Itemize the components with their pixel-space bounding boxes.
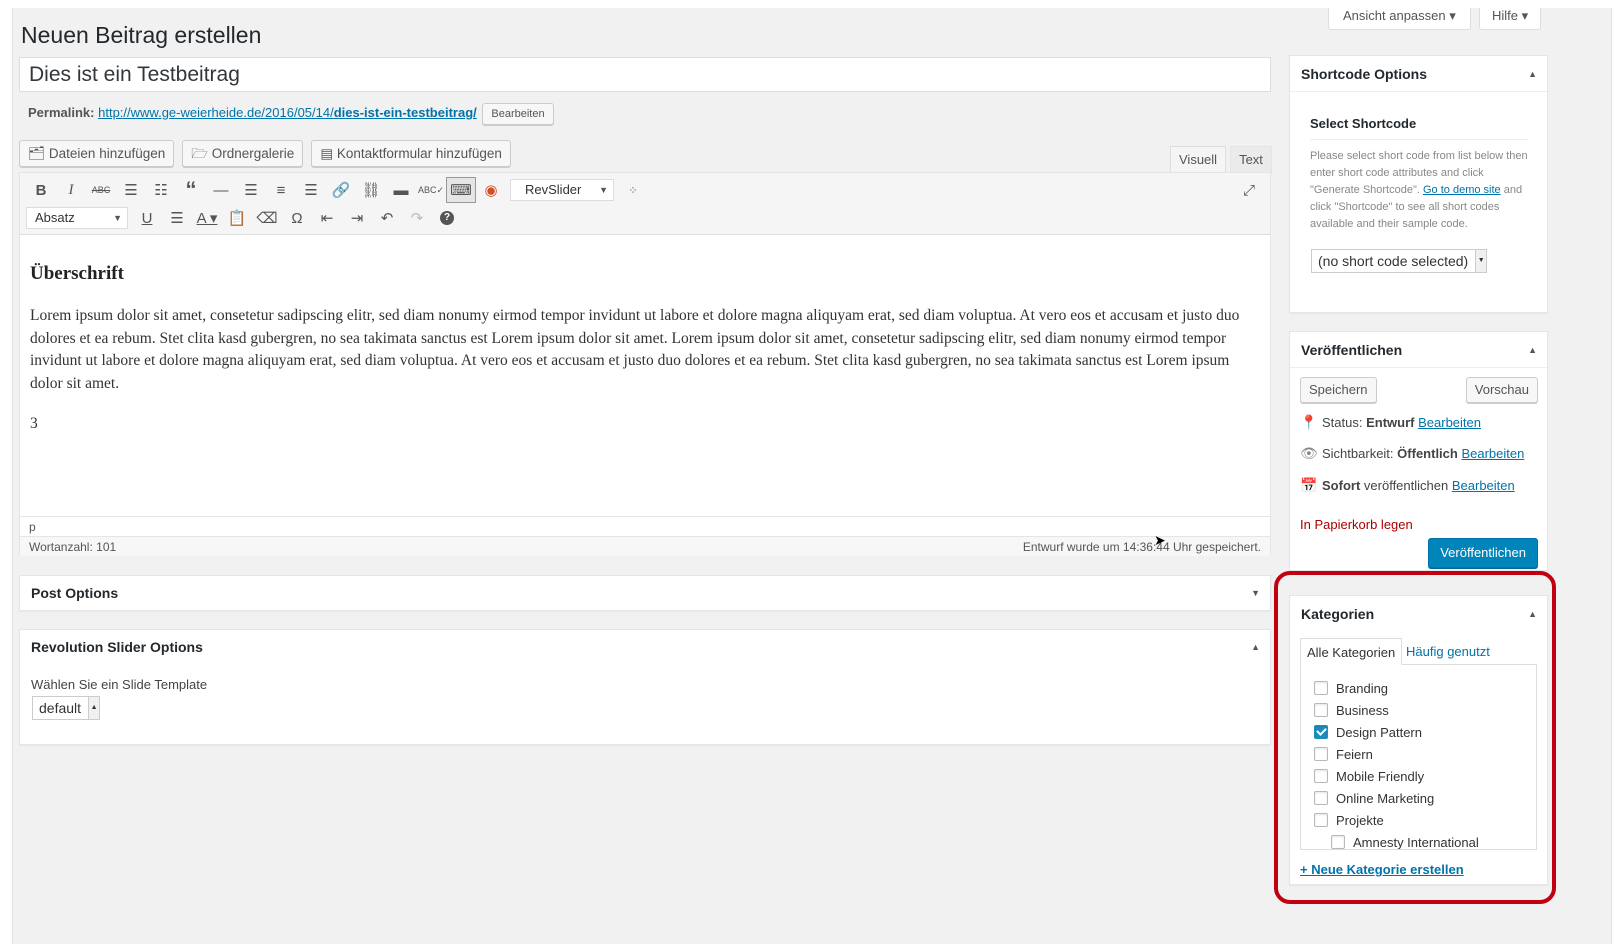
help-button[interactable]: Hilfe ▾ (1479, 8, 1542, 30)
text-color-icon[interactable]: A ▾ (192, 205, 222, 231)
outdent-icon[interactable]: ⇤ (312, 205, 342, 231)
editor-statusbar: Wortanzahl: 101 Entwurf wurde um 14:36:4… (20, 536, 1270, 556)
add-media-button[interactable]: 🗂 Dateien hinzufügen (19, 140, 175, 167)
shortcode-options-box: Shortcode Options ▲ Select Shortcode Plea… (1289, 55, 1548, 313)
expand-icon[interactable]: ▼ (1251, 576, 1260, 610)
globe-icon[interactable]: ◉ (476, 177, 506, 203)
collapse-icon[interactable]: ▲ (1251, 630, 1260, 664)
align-left-icon[interactable]: ☰ (236, 177, 266, 203)
word-count: Wortanzahl: 101 (29, 540, 117, 554)
content-heading: Überschrift (30, 263, 124, 284)
media-buttons: 🗂 Dateien hinzufügen 🗁 Ordnergalerie ▤ K… (19, 140, 511, 167)
blockquote-icon[interactable]: “ (176, 177, 206, 203)
tab-visual[interactable]: Visuell (1170, 146, 1227, 174)
edit-schedule-link[interactable]: Bearbeiten (1452, 478, 1515, 493)
content-paragraph: 3 (30, 415, 38, 433)
mouse-cursor-icon: ➤ (1154, 532, 1166, 548)
align-center-icon[interactable]: ≡ (266, 177, 296, 203)
folder-gallery-button[interactable]: 🗁 Ordnergalerie (182, 140, 304, 167)
shortcode-select[interactable]: (no short code selected) ▼ (1311, 249, 1488, 273)
fullscreen-icon[interactable]: ⤢ (1234, 177, 1264, 203)
edit-status-link[interactable]: Bearbeiten (1418, 415, 1481, 430)
format-select[interactable]: Absatz ▼ (26, 207, 128, 229)
chevron-down-icon: ▼ (599, 185, 608, 195)
bold-icon[interactable]: B (26, 177, 56, 203)
shortcode-description: Please select short code from list below… (1310, 150, 1528, 230)
redo-icon[interactable]: ↷ (402, 205, 432, 231)
shortcode-options-header[interactable]: Shortcode Options ▲ (1290, 56, 1547, 92)
justify-icon[interactable]: ☰ (162, 205, 192, 231)
preview-button[interactable]: Vorschau (1465, 377, 1538, 403)
collapse-icon[interactable]: ▲ (1528, 56, 1537, 92)
chevron-down-icon: ▼ (1475, 250, 1487, 272)
strikethrough-icon[interactable]: ABC (86, 177, 116, 203)
page-title: Neuen Beitrag erstellen (21, 22, 262, 48)
save-draft-button[interactable]: Speichern (1300, 377, 1377, 403)
editor-content[interactable]: Überschrift Lorem ipsum dolor sit amet, … (20, 235, 1270, 435)
media-icon: 🗂 (28, 146, 46, 161)
folder-icon: 🗁 (191, 146, 208, 161)
link-icon[interactable]: 🔗 (326, 177, 356, 203)
permalink-link[interactable]: http://www.ge-weierheide.de/2016/05/14/d… (98, 105, 477, 120)
content-editor: B I ABC ☰ ☷ “ — ☰ ≡ ☰ 🔗 ⛓ ▬ ABC✓ ⌨ ◉ Rev… (19, 172, 1271, 556)
form-icon: ▤ (320, 146, 334, 161)
post-options-header[interactable]: Post Options ▼ (20, 576, 1270, 610)
underline-icon[interactable]: U (132, 205, 162, 231)
shortcode-grid-icon[interactable]: ⁘ (618, 177, 648, 203)
permalink-row: Permalink: http://www.ge-weierheide.de/2… (28, 101, 554, 125)
chevron-down-icon: ▼ (113, 213, 122, 223)
horizontal-line-icon[interactable]: — (206, 177, 236, 203)
collapse-icon[interactable]: ▲ (1528, 332, 1537, 368)
element-path: p (20, 516, 1270, 536)
pin-icon: 📍 (1300, 413, 1318, 430)
chevron-down-icon: ▲ (88, 697, 100, 719)
italic-icon[interactable]: I (56, 177, 86, 203)
special-character-icon[interactable]: Ω (282, 205, 312, 231)
bullet-list-icon[interactable]: ☰ (116, 177, 146, 203)
paste-text-icon[interactable]: 📋 (222, 205, 252, 231)
editor-toolbar: B I ABC ☰ ☷ “ — ☰ ≡ ☰ 🔗 ⛓ ▬ ABC✓ ⌨ ◉ Rev… (20, 173, 1270, 235)
slide-template-select[interactable]: default ▲ (32, 696, 101, 720)
autosave-status: Entwurf wurde um 14:36:44 Uhr gespeicher… (1022, 540, 1261, 554)
screen-options-button[interactable]: Ansicht anpassen ▾ (1328, 8, 1471, 30)
post-options-box: Post Options ▼ (19, 575, 1271, 611)
trash-link[interactable]: In Papierkorb legen (1300, 517, 1413, 532)
numbered-list-icon[interactable]: ☷ (146, 177, 176, 203)
tab-all-categories[interactable]: Alle Kategorien (1300, 638, 1403, 665)
publish-header[interactable]: Veröffentlichen ▲ (1290, 332, 1547, 368)
permalink-label: Permalink: (28, 105, 95, 120)
editor-tabs: Visuell Text (1170, 146, 1272, 174)
clear-formatting-icon[interactable]: ⌫ (252, 205, 282, 231)
revslider-options-box: Revolution Slider Options ▲ Wählen Sie ei… (19, 629, 1271, 745)
undo-icon[interactable]: ↶ (372, 205, 402, 231)
tab-text[interactable]: Text (1230, 146, 1272, 174)
align-right-icon[interactable]: ☰ (296, 177, 326, 203)
content-paragraph: Lorem ipsum dolor sit amet, consetetur s… (30, 307, 1240, 392)
add-contact-form-button[interactable]: ▤ Kontaktformular hinzufügen (311, 140, 511, 167)
post-title-input[interactable]: Dies ist ein Testbeitrag (19, 57, 1271, 92)
calendar-icon: 📅 (1300, 476, 1318, 493)
indent-icon[interactable]: ⇥ (342, 205, 372, 231)
visibility-row: 👁 Sichtbarkeit: Öffentlich Bearbeiten (1300, 444, 1525, 461)
highlight-annotation (1274, 571, 1556, 904)
toolbar-toggle-icon[interactable]: ⌨ (446, 177, 476, 203)
slide-template-label: Wählen Sie ein Slide Template (31, 677, 208, 692)
eye-icon: 👁 (1300, 444, 1318, 461)
unlink-icon[interactable]: ⛓ (356, 177, 386, 203)
schedule-row: 📅 Sofort veröffentlichen Bearbeiten (1300, 476, 1515, 493)
spellcheck-icon[interactable]: ABC✓ (416, 177, 446, 203)
select-shortcode-heading: Select Shortcode (1310, 116, 1528, 140)
demo-site-link[interactable]: Go to demo site (1423, 184, 1501, 196)
edit-visibility-link[interactable]: Bearbeiten (1461, 446, 1524, 461)
status-row: 📍 Status: Entwurf Bearbeiten (1300, 413, 1481, 430)
help-icon[interactable]: ? (432, 205, 462, 231)
wp-admin-frame: Ansicht anpassen ▾ Hilfe ▾ Neuen Beitrag… (12, 8, 1612, 944)
publish-box: Veröffentlichen ▲ Speichern Vorschau 📍 St… (1289, 331, 1548, 571)
revslider-options-header[interactable]: Revolution Slider Options ▲ (20, 630, 1270, 664)
revslider-select[interactable]: RevSlider ▼ (510, 179, 614, 201)
read-more-icon[interactable]: ▬ (386, 177, 416, 203)
publish-button[interactable]: Veröffentlichen (1428, 538, 1538, 568)
permalink-edit-button[interactable]: Bearbeiten (482, 103, 554, 125)
